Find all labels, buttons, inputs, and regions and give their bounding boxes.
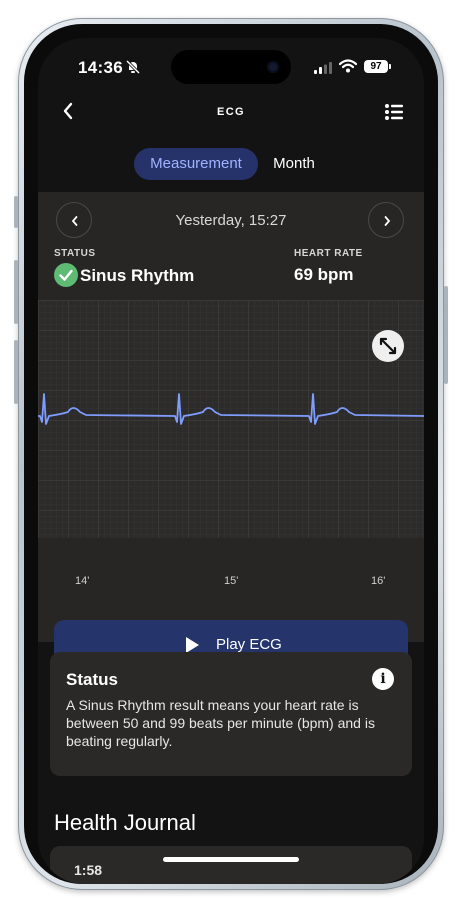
status-time: 14:36 bbox=[78, 58, 123, 77]
home-indicator[interactable] bbox=[163, 857, 299, 862]
signal-icon bbox=[314, 62, 332, 74]
ecg-panel: Yesterday, 15:27 STATUS Sinus Rhythm HEA… bbox=[38, 192, 424, 670]
next-button[interactable] bbox=[368, 202, 404, 238]
camera-icon bbox=[267, 61, 279, 73]
ecg-graph bbox=[38, 300, 424, 538]
chevron-right-icon bbox=[384, 216, 391, 226]
wifi-icon bbox=[339, 59, 357, 73]
screen: 14:36 97 ECG Measurement Month Yesterday… bbox=[38, 38, 424, 884]
volume-up-button bbox=[14, 260, 18, 324]
heart-rate-value: 69 bpm bbox=[294, 265, 354, 284]
journal-entry-text: 1:58 bbox=[74, 862, 103, 878]
check-icon bbox=[54, 263, 78, 287]
health-journal-title: Health Journal bbox=[54, 810, 196, 835]
list-icon[interactable] bbox=[384, 102, 404, 122]
info-icon[interactable]: i bbox=[372, 668, 394, 690]
time-tick: 14' bbox=[75, 575, 90, 587]
dynamic-island bbox=[171, 50, 291, 84]
status-card: Status i A Sinus Rhythm result means you… bbox=[50, 652, 412, 776]
tab-measurement[interactable]: Measurement bbox=[134, 148, 258, 180]
tab-month[interactable]: Month bbox=[260, 148, 328, 180]
journal-entry-card[interactable]: 1:58 bbox=[50, 846, 412, 884]
power-button bbox=[444, 286, 448, 384]
action-button bbox=[14, 196, 18, 228]
heart-rate-label: HEART RATE bbox=[294, 248, 363, 259]
recording-date: Yesterday, 15:27 bbox=[175, 212, 287, 229]
status-value: Sinus Rhythm bbox=[80, 266, 195, 285]
play-icon bbox=[186, 637, 199, 653]
expand-icon[interactable] bbox=[372, 330, 404, 362]
battery-icon: 97 bbox=[364, 60, 388, 73]
status-label: STATUS bbox=[54, 248, 96, 259]
status-card-title: Status bbox=[66, 670, 118, 689]
volume-down-button bbox=[14, 340, 18, 404]
time-tick: 16' bbox=[371, 575, 386, 587]
ecg-trace bbox=[38, 393, 424, 425]
time-tick: 15' bbox=[224, 575, 239, 587]
play-ecg-label: Play ECG bbox=[216, 636, 282, 653]
status-card-body: A Sinus Rhythm result means your heart r… bbox=[66, 697, 375, 749]
battery-tip bbox=[389, 64, 391, 69]
bell-off-icon bbox=[126, 60, 140, 74]
page-title: ECG bbox=[216, 106, 246, 118]
